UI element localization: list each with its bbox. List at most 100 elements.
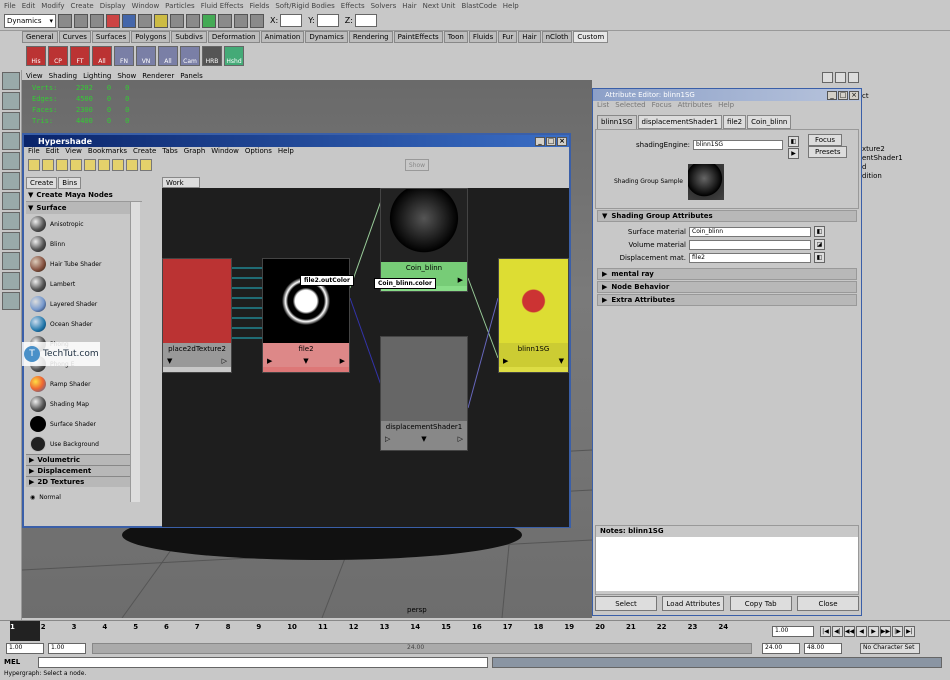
shelf-tab-hair[interactable]: Hair [518, 31, 541, 43]
shelf-tab-painteffects[interactable]: PaintEffects [393, 31, 443, 43]
shelf-tab-subdivs[interactable]: Subdivs [171, 31, 207, 43]
menu-fields[interactable]: Fields [250, 2, 270, 10]
frame-extra-attributes[interactable]: ▶ Extra Attributes [597, 294, 857, 306]
hypershade-menu-graph[interactable]: Graph [184, 147, 205, 157]
history-icon[interactable] [202, 13, 216, 28]
layer-icon[interactable] [835, 72, 846, 83]
volume-material-field[interactable] [689, 239, 811, 250]
create-maya-nodes-header[interactable]: ▼ Create Maya Nodes [26, 189, 142, 202]
select-button[interactable]: Select [595, 596, 657, 611]
node-ramp-shader[interactable]: Ramp Shader [26, 374, 130, 394]
displacement-shader-node[interactable]: displacementShader1 ▷ ▼ ▷ [380, 336, 468, 451]
shelf-button-fn[interactable]: FN [114, 46, 134, 66]
shading-engine-field[interactable]: blinn1SG [693, 140, 783, 150]
ipr-icon[interactable] [234, 13, 248, 28]
map-button-icon[interactable]: ◧ [814, 252, 825, 263]
map-button-icon[interactable]: ◪ [814, 239, 825, 250]
menu-blastcode[interactable]: BlastCode [461, 2, 496, 10]
shelf-tab-dynamics[interactable]: Dynamics [305, 31, 348, 43]
key-forward-icon[interactable]: ▶▶ [880, 626, 891, 637]
shelf-button-ft[interactable]: FT [70, 46, 90, 66]
x-field[interactable] [280, 14, 303, 27]
tab-create[interactable]: Create [26, 177, 58, 189]
shelf-tab-general[interactable]: General [22, 31, 58, 43]
menu-next-unit[interactable]: Next Unit [423, 2, 456, 10]
new-scene-icon[interactable] [58, 13, 72, 28]
render-icon[interactable] [218, 13, 232, 28]
notes-textarea[interactable] [596, 537, 858, 591]
focus-button[interactable]: Focus [808, 134, 842, 146]
shelf-button-all[interactable]: All [92, 46, 112, 66]
shelf-tab-polygons[interactable]: Polygons [131, 31, 171, 43]
graph-output-icon[interactable] [98, 159, 110, 171]
menu-solvers[interactable]: Solvers [371, 2, 397, 10]
maximize-icon[interactable]: □ [838, 90, 848, 100]
copy-tab-button[interactable]: Copy Tab [729, 596, 792, 611]
channel-icon[interactable] [822, 72, 833, 83]
menu-soft-rigid-bodies[interactable]: Soft/Rigid Bodies [275, 2, 334, 10]
hypershade-menu-help[interactable]: Help [278, 147, 294, 157]
frame-mental-ray[interactable]: ▶ mental ray [597, 268, 857, 280]
menu-particles[interactable]: Particles [165, 2, 195, 10]
hypershade-menu-view[interactable]: View [65, 147, 82, 157]
rearrange-icon[interactable] [126, 159, 138, 171]
start-time-field[interactable]: 1.00 [6, 643, 44, 654]
surface-section-header[interactable]: ▼ Surface [26, 202, 130, 214]
menu-edit[interactable]: Edit [22, 2, 36, 10]
node-blinn[interactable]: Blinn [26, 234, 130, 254]
attribute-editor-titlebar[interactable]: Attribute Editor: blinn1SG _ □ × [593, 89, 861, 101]
go-end-icon[interactable]: ▶| [904, 626, 915, 637]
character-set-dropdown[interactable]: No Character Set [860, 643, 920, 654]
layout-outliner-icon[interactable] [2, 272, 20, 290]
menu-create[interactable]: Create [70, 2, 93, 10]
graph-input-icon[interactable] [84, 159, 96, 171]
hypershade-menu-window[interactable]: Window [211, 147, 239, 157]
shelf-tab-animation[interactable]: Animation [260, 31, 305, 43]
node-ocean-shader[interactable]: Ocean Shader [26, 314, 130, 334]
menu-set-dropdown[interactable]: Dynamics ▾ [4, 13, 56, 28]
ae-menu-list[interactable]: List [597, 101, 609, 111]
normal-radio[interactable]: ◉ Normal [26, 487, 130, 507]
displacement-mat-field[interactable]: file2 [689, 252, 811, 263]
menu-window[interactable]: Window [132, 2, 160, 10]
hypershade-menu-bookmarks[interactable]: Bookmarks [88, 147, 127, 157]
node-use-background[interactable]: Use Background [26, 434, 130, 454]
clear-graph-icon[interactable] [112, 159, 124, 171]
coin-blinn-node[interactable]: Coin_blinn ▶ [380, 188, 468, 292]
close-button[interactable]: Close [796, 596, 859, 611]
shelf-tab-fluids[interactable]: Fluids [468, 31, 498, 43]
hypershade-menu-tabs[interactable]: Tabs [162, 147, 178, 157]
menu-display[interactable]: Display [100, 2, 126, 10]
shelf-tab-fur[interactable]: Fur [498, 31, 518, 43]
hypershade-titlebar[interactable]: Hypershade _ □ × [24, 135, 569, 147]
hypershade-menu-create[interactable]: Create [133, 147, 156, 157]
node-list-scrollbar[interactable] [130, 202, 140, 502]
z-field[interactable] [354, 14, 377, 27]
go-start-icon[interactable]: |◀ [820, 626, 831, 637]
playback-start-field[interactable]: 1.00 [48, 643, 86, 654]
node-ports[interactable]: ▷ ▼ ▷ [381, 433, 467, 445]
layout-four-icon[interactable] [2, 252, 20, 270]
node-lambert[interactable]: Lambert [26, 274, 130, 294]
node-hair-tube-shader[interactable]: Hair Tube Shader [26, 254, 130, 274]
node-shading-map[interactable]: Shading Map [26, 394, 130, 414]
hypershade-menu-file[interactable]: File [28, 147, 40, 157]
hypershade-menu-edit[interactable]: Edit [46, 147, 60, 157]
node-ports[interactable]: ▼ ▷ [163, 355, 231, 367]
step-back-icon[interactable]: ◀| [832, 626, 843, 637]
node-surface-shader[interactable]: Surface Shader [26, 414, 130, 434]
shelf-button-cp[interactable]: CP [48, 46, 68, 66]
shelf-tab-surfaces[interactable]: Surfaces [91, 31, 131, 43]
playback-end-field[interactable]: 24.00 [762, 643, 800, 654]
menu-hair[interactable]: Hair [402, 2, 416, 10]
ae-tab-blinn1sg[interactable]: blinn1SG [597, 115, 637, 129]
node-ports[interactable]: ▶ ▼ ▶ [263, 355, 349, 367]
node-anisotropic[interactable]: Anisotropic [26, 214, 130, 234]
load-attributes-button[interactable]: Load Attributes [662, 596, 725, 611]
frame-node-behavior[interactable]: ▶ Node Behavior [597, 281, 857, 293]
render-settings-icon[interactable] [250, 13, 264, 28]
shelf-tab-rendering[interactable]: Rendering [348, 31, 393, 43]
shelf-tab-deformation[interactable]: Deformation [207, 31, 260, 43]
map-button-icon[interactable]: ◧ [814, 226, 825, 237]
hypershade-canvas[interactable]: place2dTexture2 ▼ ▷ file2 ▶ ▼ ▶ Coin_blinn … [162, 188, 569, 527]
